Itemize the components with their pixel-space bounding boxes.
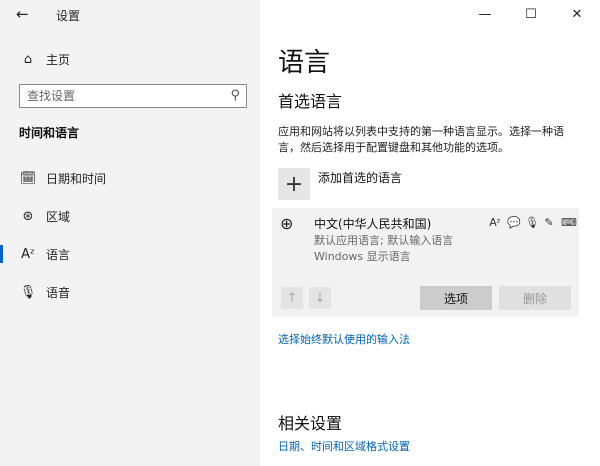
active-indicator: [0, 245, 3, 263]
sidebar-item-label: 日期和时间: [46, 171, 107, 186]
handwriting-icon: ✎: [544, 216, 554, 229]
sidebar-item-label: 主页: [46, 52, 71, 67]
keyboard-icon: ⌨: [561, 216, 577, 229]
arrow-up-icon: ↑: [286, 290, 298, 306]
sidebar-item-label: 区域: [46, 209, 71, 224]
add-language-button[interactable]: +: [278, 168, 310, 200]
sidebar-item-language[interactable]: Aᶻ 语言: [0, 239, 260, 269]
page-title: 语言: [278, 48, 331, 78]
microphone-icon: 🎙: [525, 216, 539, 229]
close-button[interactable]: ✕: [554, 0, 600, 28]
sidebar: ← 设置 ⌂ 主页 ⚲ 时间和语言 🗓 日期和时间 ⊛ 区域 Aᶻ 语言 🎙 语…: [0, 0, 260, 466]
arrow-down-icon: ↓: [314, 290, 326, 306]
search-input[interactable]: [27, 88, 217, 104]
plus-icon: +: [284, 171, 304, 197]
preferred-languages-description: 应用和网站将以列表中支持的第一种语言显示。选择一种语言，然后选择用于配置键盘和其…: [278, 125, 564, 154]
sidebar-item-speech[interactable]: 🎙 语音: [0, 277, 260, 307]
globe-icon: ⊛: [22, 208, 34, 224]
home-icon: ⌂: [23, 51, 33, 67]
default-input-method-link[interactable]: 选择始终默认使用的输入法: [278, 331, 410, 347]
add-language-label[interactable]: 添加首选的语言: [318, 169, 402, 186]
move-down-button[interactable]: ↓: [309, 287, 331, 309]
main-content: — ☐ ✕ 语言 首选语言 应用和网站将以列表中支持的第一种语言显示。选择一种语…: [260, 0, 600, 466]
preferred-languages-heading: 首选语言: [278, 92, 343, 111]
title-bar: ← 设置: [0, 0, 260, 30]
language-icon: Aᶻ: [21, 246, 35, 262]
microphone-icon: 🎙: [19, 284, 37, 300]
app-title: 设置: [56, 9, 81, 23]
calendar-clock-icon: 🗓: [19, 170, 37, 186]
search-box[interactable]: ⚲: [19, 84, 247, 108]
language-glyph-icon: ⊕: [280, 214, 294, 233]
related-settings-heading: 相关设置: [278, 414, 343, 433]
options-button[interactable]: 选项: [420, 286, 492, 310]
back-arrow-icon[interactable]: ←: [16, 6, 29, 22]
window-controls: — ☐ ✕: [462, 0, 600, 28]
language-entry-panel[interactable]: ⊕ 中文(中华人民共和国) 默认应用语言; 默认输入语言 Windows 显示语…: [272, 208, 579, 317]
search-icon[interactable]: ⚲: [230, 88, 240, 103]
sidebar-item-home[interactable]: ⌂ 主页: [0, 46, 260, 72]
sidebar-item-date-time[interactable]: 🗓 日期和时间: [0, 163, 260, 193]
date-time-region-link[interactable]: 日期、时间和区域格式设置: [278, 438, 410, 454]
move-up-button[interactable]: ↑: [281, 287, 303, 309]
sidebar-item-label: 语音: [46, 285, 71, 300]
maximize-button[interactable]: ☐: [508, 0, 554, 28]
section-heading: 时间和语言: [19, 126, 80, 140]
sidebar-item-label: 语言: [46, 247, 71, 262]
language-display-line: Windows 显示语言: [314, 250, 411, 263]
sidebar-item-region[interactable]: ⊛ 区域: [0, 201, 260, 231]
language-feature-icons: Aᶻ 💬 🎙 ✎ ⌨: [489, 216, 577, 229]
language-usage-line: 默认应用语言; 默认输入语言: [314, 234, 454, 247]
minimize-button[interactable]: —: [462, 0, 508, 28]
speech-bubble-icon: 💬: [507, 216, 521, 229]
remove-button[interactable]: 删除: [499, 286, 571, 310]
language-name: 中文(中华人民共和国): [314, 217, 432, 231]
display-language-icon: Aᶻ: [489, 216, 501, 229]
